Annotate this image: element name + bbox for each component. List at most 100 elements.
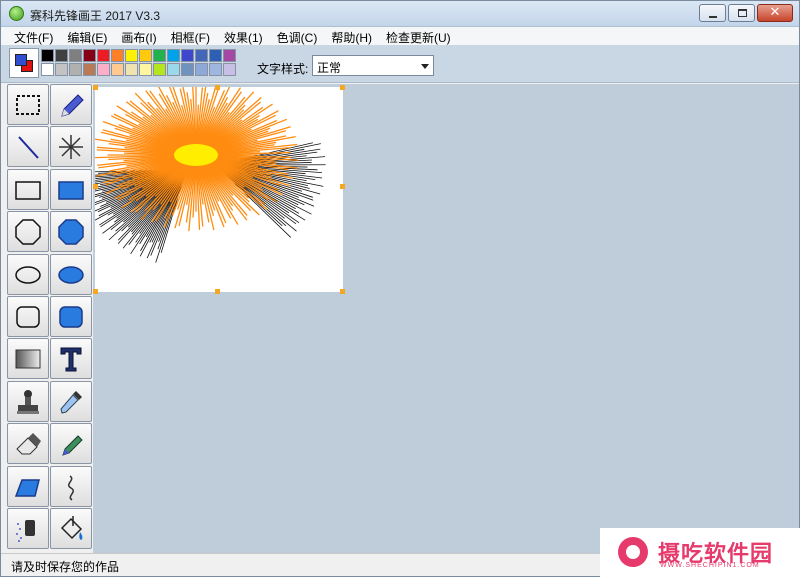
palette-color-cell[interactable] xyxy=(97,63,110,76)
palette-color-cell[interactable] xyxy=(111,49,124,62)
resize-handle[interactable] xyxy=(93,184,98,189)
current-colors[interactable] xyxy=(9,48,39,78)
resize-handle[interactable] xyxy=(215,289,220,294)
window-controls: ✕ xyxy=(697,4,793,22)
palette-color-cell[interactable] xyxy=(125,63,138,76)
line-tool[interactable] xyxy=(7,126,49,168)
foreground-color-swatch[interactable] xyxy=(15,54,27,66)
menu-frame[interactable]: 相框(F) xyxy=(164,27,217,45)
palette-color-cell[interactable] xyxy=(69,63,82,76)
radial-line-tool[interactable] xyxy=(50,126,92,168)
resize-handle[interactable] xyxy=(93,85,98,90)
filled-rectangle-tool[interactable] xyxy=(50,168,92,210)
curve-tool[interactable] xyxy=(50,465,92,507)
filled-rounded-rect-tool[interactable] xyxy=(50,296,92,337)
resize-handle[interactable] xyxy=(340,289,345,294)
palette-color-cell[interactable] xyxy=(167,49,180,62)
palette-color-cell[interactable] xyxy=(153,49,166,62)
eyedropper-icon xyxy=(60,390,82,414)
maximize-button[interactable] xyxy=(728,4,755,22)
eraser-icon xyxy=(16,433,41,455)
palette-color-cell[interactable] xyxy=(55,63,68,76)
ellipse-filled-icon xyxy=(58,265,84,284)
spray-tool[interactable] xyxy=(7,508,49,549)
rounded-rect-tool[interactable] xyxy=(7,296,49,337)
palette-color-cell[interactable] xyxy=(125,49,138,62)
parallelogram-icon xyxy=(14,478,40,497)
marker-tool[interactable] xyxy=(50,423,92,465)
filled-octagon-tool[interactable] xyxy=(50,211,92,253)
resize-handle[interactable] xyxy=(340,184,345,189)
resize-handle[interactable] xyxy=(93,289,98,294)
rectangle-tool[interactable] xyxy=(7,168,49,210)
palette-color-cell[interactable] xyxy=(139,49,152,62)
menu-canvas[interactable]: 画布(I) xyxy=(114,27,163,45)
text-style-label: 文字样式: xyxy=(257,62,309,76)
palette-color-cell[interactable] xyxy=(153,63,166,76)
close-button[interactable]: ✕ xyxy=(757,4,793,22)
palette-color-cell[interactable] xyxy=(41,63,54,76)
palette-color-cell[interactable] xyxy=(181,63,194,76)
palette-color-cell[interactable] xyxy=(83,63,96,76)
pencil-icon xyxy=(61,94,84,117)
palette-color-cell[interactable] xyxy=(209,63,222,76)
parallelogram-tool[interactable] xyxy=(7,465,49,507)
text-tool[interactable] xyxy=(50,338,92,380)
stamp-icon xyxy=(17,389,39,414)
palette-color-cell[interactable] xyxy=(181,49,194,62)
spray-icon xyxy=(16,520,35,542)
palette-color-cell[interactable] xyxy=(167,63,180,76)
status-text: 请及时保存您的作品 xyxy=(11,560,120,574)
palette-color-cell[interactable] xyxy=(41,49,54,62)
palette-color-cell[interactable] xyxy=(111,63,124,76)
chevron-down-icon xyxy=(421,64,429,69)
palette-color-cell[interactable] xyxy=(209,49,222,62)
palette-color-cell[interactable] xyxy=(223,49,236,62)
watermark-logo-icon xyxy=(618,537,648,567)
palette-color-cell[interactable] xyxy=(83,49,96,62)
watermark: 摄吃软件园 WWW.SHECHIPIN1.COM xyxy=(600,528,800,577)
menu-check-update[interactable]: 检查更新(U) xyxy=(379,27,458,45)
menu-edit[interactable]: 编辑(E) xyxy=(60,27,114,45)
filled-ellipse-tool[interactable] xyxy=(50,253,92,295)
eraser-tool[interactable] xyxy=(7,423,49,465)
octagon-filled-icon xyxy=(58,219,84,245)
palette-color-cell[interactable] xyxy=(195,63,208,76)
fill-bucket-tool[interactable] xyxy=(50,508,92,549)
pencil-tool[interactable] xyxy=(50,84,92,125)
close-icon: ✕ xyxy=(769,4,781,19)
color-toolbar: 文字样式: 正常 xyxy=(1,45,799,83)
palette-color-cell[interactable] xyxy=(55,49,68,62)
resize-handle[interactable] xyxy=(215,85,220,90)
ellipse-outline-icon xyxy=(15,265,41,284)
octagon-tool[interactable] xyxy=(7,211,49,253)
stamp-tool[interactable] xyxy=(7,380,49,422)
gradient-tool[interactable] xyxy=(7,338,49,380)
palette-color-cell[interactable] xyxy=(139,63,152,76)
drawing-canvas[interactable] xyxy=(95,87,343,292)
menu-file[interactable]: 文件(F) xyxy=(7,27,60,45)
window-title: 赛科先锋画王 2017 V3.3 xyxy=(30,9,161,23)
rect-select-tool[interactable] xyxy=(7,84,49,125)
text-style-value: 正常 xyxy=(317,61,342,75)
text-style-select[interactable]: 正常 xyxy=(312,55,434,76)
app-window: 赛科先锋画王 2017 V3.3 ✕ 文件(F) 编辑(E) 画布(I) 相框(… xyxy=(0,0,800,577)
menu-help[interactable]: 帮助(H) xyxy=(324,27,379,45)
palette-color-cell[interactable] xyxy=(223,63,236,76)
minimize-button[interactable] xyxy=(699,4,726,22)
ellipse-tool[interactable] xyxy=(7,253,49,295)
title-bar[interactable]: 赛科先锋画王 2017 V3.3 ✕ xyxy=(1,1,799,27)
resize-handle[interactable] xyxy=(340,85,345,90)
menu-tone[interactable]: 色调(C) xyxy=(270,27,325,45)
palette-color-cell[interactable] xyxy=(195,49,208,62)
menu-effects[interactable]: 效果(1) xyxy=(217,27,270,45)
canvas-artwork xyxy=(95,87,326,263)
eyedropper-tool[interactable] xyxy=(50,380,92,422)
octagon-outline-icon xyxy=(15,219,41,245)
rectangle-outline-icon xyxy=(15,181,41,200)
palette-color-cell[interactable] xyxy=(97,49,110,62)
curve-icon xyxy=(68,474,74,501)
dashed-rect-icon xyxy=(16,95,40,115)
palette-color-cell[interactable] xyxy=(69,49,82,62)
color-palette xyxy=(41,49,236,76)
